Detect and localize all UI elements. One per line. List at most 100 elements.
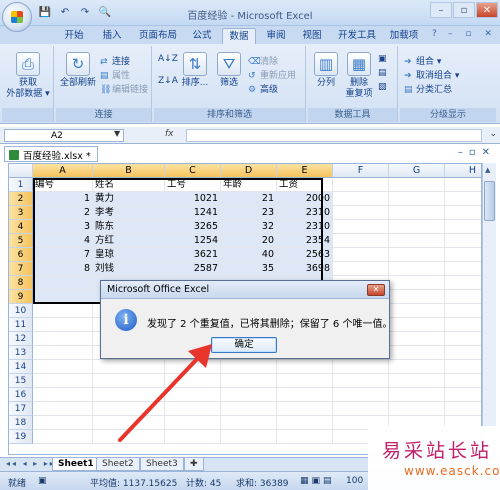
cell-g2[interactable] (389, 192, 445, 206)
what-if-icon[interactable]: ▧ (378, 82, 387, 92)
cell-h2[interactable] (445, 192, 481, 206)
cell-g15[interactable] (389, 374, 445, 388)
cell-h5[interactable] (445, 234, 481, 248)
tab-insert[interactable]: 插入 (96, 28, 128, 44)
cell-h7[interactable] (445, 262, 481, 276)
cell-e17[interactable] (277, 402, 333, 416)
cell-a4[interactable]: 3 (33, 220, 93, 234)
cell-e5[interactable]: 2354 (277, 234, 333, 248)
cell-f14[interactable] (333, 360, 389, 374)
cell-h1[interactable] (445, 178, 481, 192)
cell-c3[interactable]: 1241 (165, 206, 221, 220)
cell-h16[interactable] (445, 388, 481, 402)
tab-view[interactable]: 视图 (296, 28, 328, 44)
zoom-level[interactable]: 100 (346, 476, 363, 486)
tab-addins[interactable]: 加载项 (386, 28, 422, 44)
tab-developer[interactable]: 开发工具 (332, 28, 382, 44)
cell-c19[interactable] (165, 430, 221, 444)
cell-d3[interactable]: 23 (221, 206, 277, 220)
clear-filter-button[interactable]: ⌫清除 (248, 54, 278, 67)
row-header-5[interactable]: 5 (9, 234, 33, 248)
cell-f2[interactable] (333, 192, 389, 206)
cell-d14[interactable] (221, 360, 277, 374)
row-header-9[interactable]: 9 (9, 290, 33, 304)
column-header-a[interactable]: A (33, 164, 93, 178)
maximize-icon[interactable]: ▫ (453, 2, 475, 18)
cell-c1[interactable]: 工号 (165, 178, 221, 192)
cell-c5[interactable]: 1254 (165, 234, 221, 248)
cell-h15[interactable] (445, 374, 481, 388)
group-button[interactable]: ➔ 组合 ▾ (404, 54, 441, 67)
cell-e16[interactable] (277, 388, 333, 402)
column-header-e[interactable]: E (277, 164, 333, 178)
reapply-button[interactable]: ↺ 重新应用 (248, 68, 296, 81)
row-header-12[interactable]: 12 (9, 332, 33, 346)
cell-d19[interactable] (221, 430, 277, 444)
cell-b17[interactable] (93, 402, 165, 416)
subtotal-button[interactable]: ▤ 分类汇总 (404, 82, 452, 95)
cell-g6[interactable] (389, 248, 445, 262)
cell-g4[interactable] (389, 220, 445, 234)
cell-c2[interactable]: 1021 (165, 192, 221, 206)
cell-g14[interactable] (389, 360, 445, 374)
cell-a14[interactable] (33, 360, 93, 374)
tab-data[interactable]: 数据 (222, 28, 256, 44)
text-to-columns-button[interactable]: ▥ 分列 (310, 52, 342, 89)
cell-b18[interactable] (93, 416, 165, 430)
tab-formulas[interactable]: 公式 (186, 28, 218, 44)
connections-button[interactable]: ⇄ 连接 (100, 54, 130, 67)
cell-h11[interactable] (445, 318, 481, 332)
cell-e15[interactable] (277, 374, 333, 388)
workbook-window-controls[interactable]: –▫✕ (458, 147, 496, 158)
cell-h10[interactable] (445, 304, 481, 318)
cell-g10[interactable] (389, 304, 445, 318)
row-header-11[interactable]: 11 (9, 318, 33, 332)
row-header-16[interactable]: 16 (9, 388, 33, 402)
cell-e6[interactable]: 2563 (277, 248, 333, 262)
cell-b16[interactable] (93, 388, 165, 402)
filter-button[interactable]: ⛛ 筛选 (214, 52, 244, 89)
workbook-tab[interactable]: 百度经验.xlsx * (4, 146, 98, 162)
help-icon[interactable]: ? (432, 29, 437, 39)
cell-e14[interactable] (277, 360, 333, 374)
tab-page-layout[interactable]: 页面布局 (134, 28, 182, 44)
sort-ascending-button[interactable]: A↓Z (158, 54, 178, 64)
cell-g9[interactable] (389, 290, 445, 304)
column-header-d[interactable]: D (221, 164, 277, 178)
get-external-data-button[interactable]: ⎙ 获取 外部数据 ▾ (4, 52, 52, 100)
cell-f16[interactable] (333, 388, 389, 402)
cell-h9[interactable] (445, 290, 481, 304)
row-header-17[interactable]: 17 (9, 402, 33, 416)
row-header-19[interactable]: 19 (9, 430, 33, 444)
cell-a11[interactable] (33, 318, 93, 332)
cell-a18[interactable] (33, 416, 93, 430)
cell-b7[interactable]: 刘钱 (93, 262, 165, 276)
row-header-1[interactable]: 1 (9, 178, 33, 192)
minimize-icon[interactable]: – (430, 2, 452, 18)
cell-e2[interactable]: 2000 (277, 192, 333, 206)
cell-f4[interactable] (333, 220, 389, 234)
cell-a8[interactable] (33, 276, 93, 290)
dialog-close-icon[interactable]: ✕ (367, 284, 385, 296)
cell-b19[interactable] (93, 430, 165, 444)
cell-a15[interactable] (33, 374, 93, 388)
cell-d6[interactable]: 40 (221, 248, 277, 262)
column-header-b[interactable]: B (93, 164, 165, 178)
tab-home[interactable]: 开始 (58, 28, 90, 44)
cell-h3[interactable] (445, 206, 481, 220)
edit-links-button[interactable]: ⛓编辑链接 (100, 82, 148, 95)
cell-f7[interactable] (333, 262, 389, 276)
cell-g17[interactable] (389, 402, 445, 416)
row-header-3[interactable]: 3 (9, 206, 33, 220)
row-header-13[interactable]: 13 (9, 346, 33, 360)
cell-h17[interactable] (445, 402, 481, 416)
cell-a16[interactable] (33, 388, 93, 402)
cell-c7[interactable]: 2587 (165, 262, 221, 276)
insert-sheet-icon[interactable]: ✚ (184, 458, 204, 471)
view-buttons[interactable]: ▦▣▤ (300, 476, 335, 486)
cell-a19[interactable] (33, 430, 93, 444)
ok-button[interactable]: 确定 (211, 337, 277, 353)
cell-f1[interactable] (333, 178, 389, 192)
cell-c15[interactable] (165, 374, 221, 388)
ribbon-window-controls[interactable]: – ▫ ✕ (448, 29, 497, 39)
